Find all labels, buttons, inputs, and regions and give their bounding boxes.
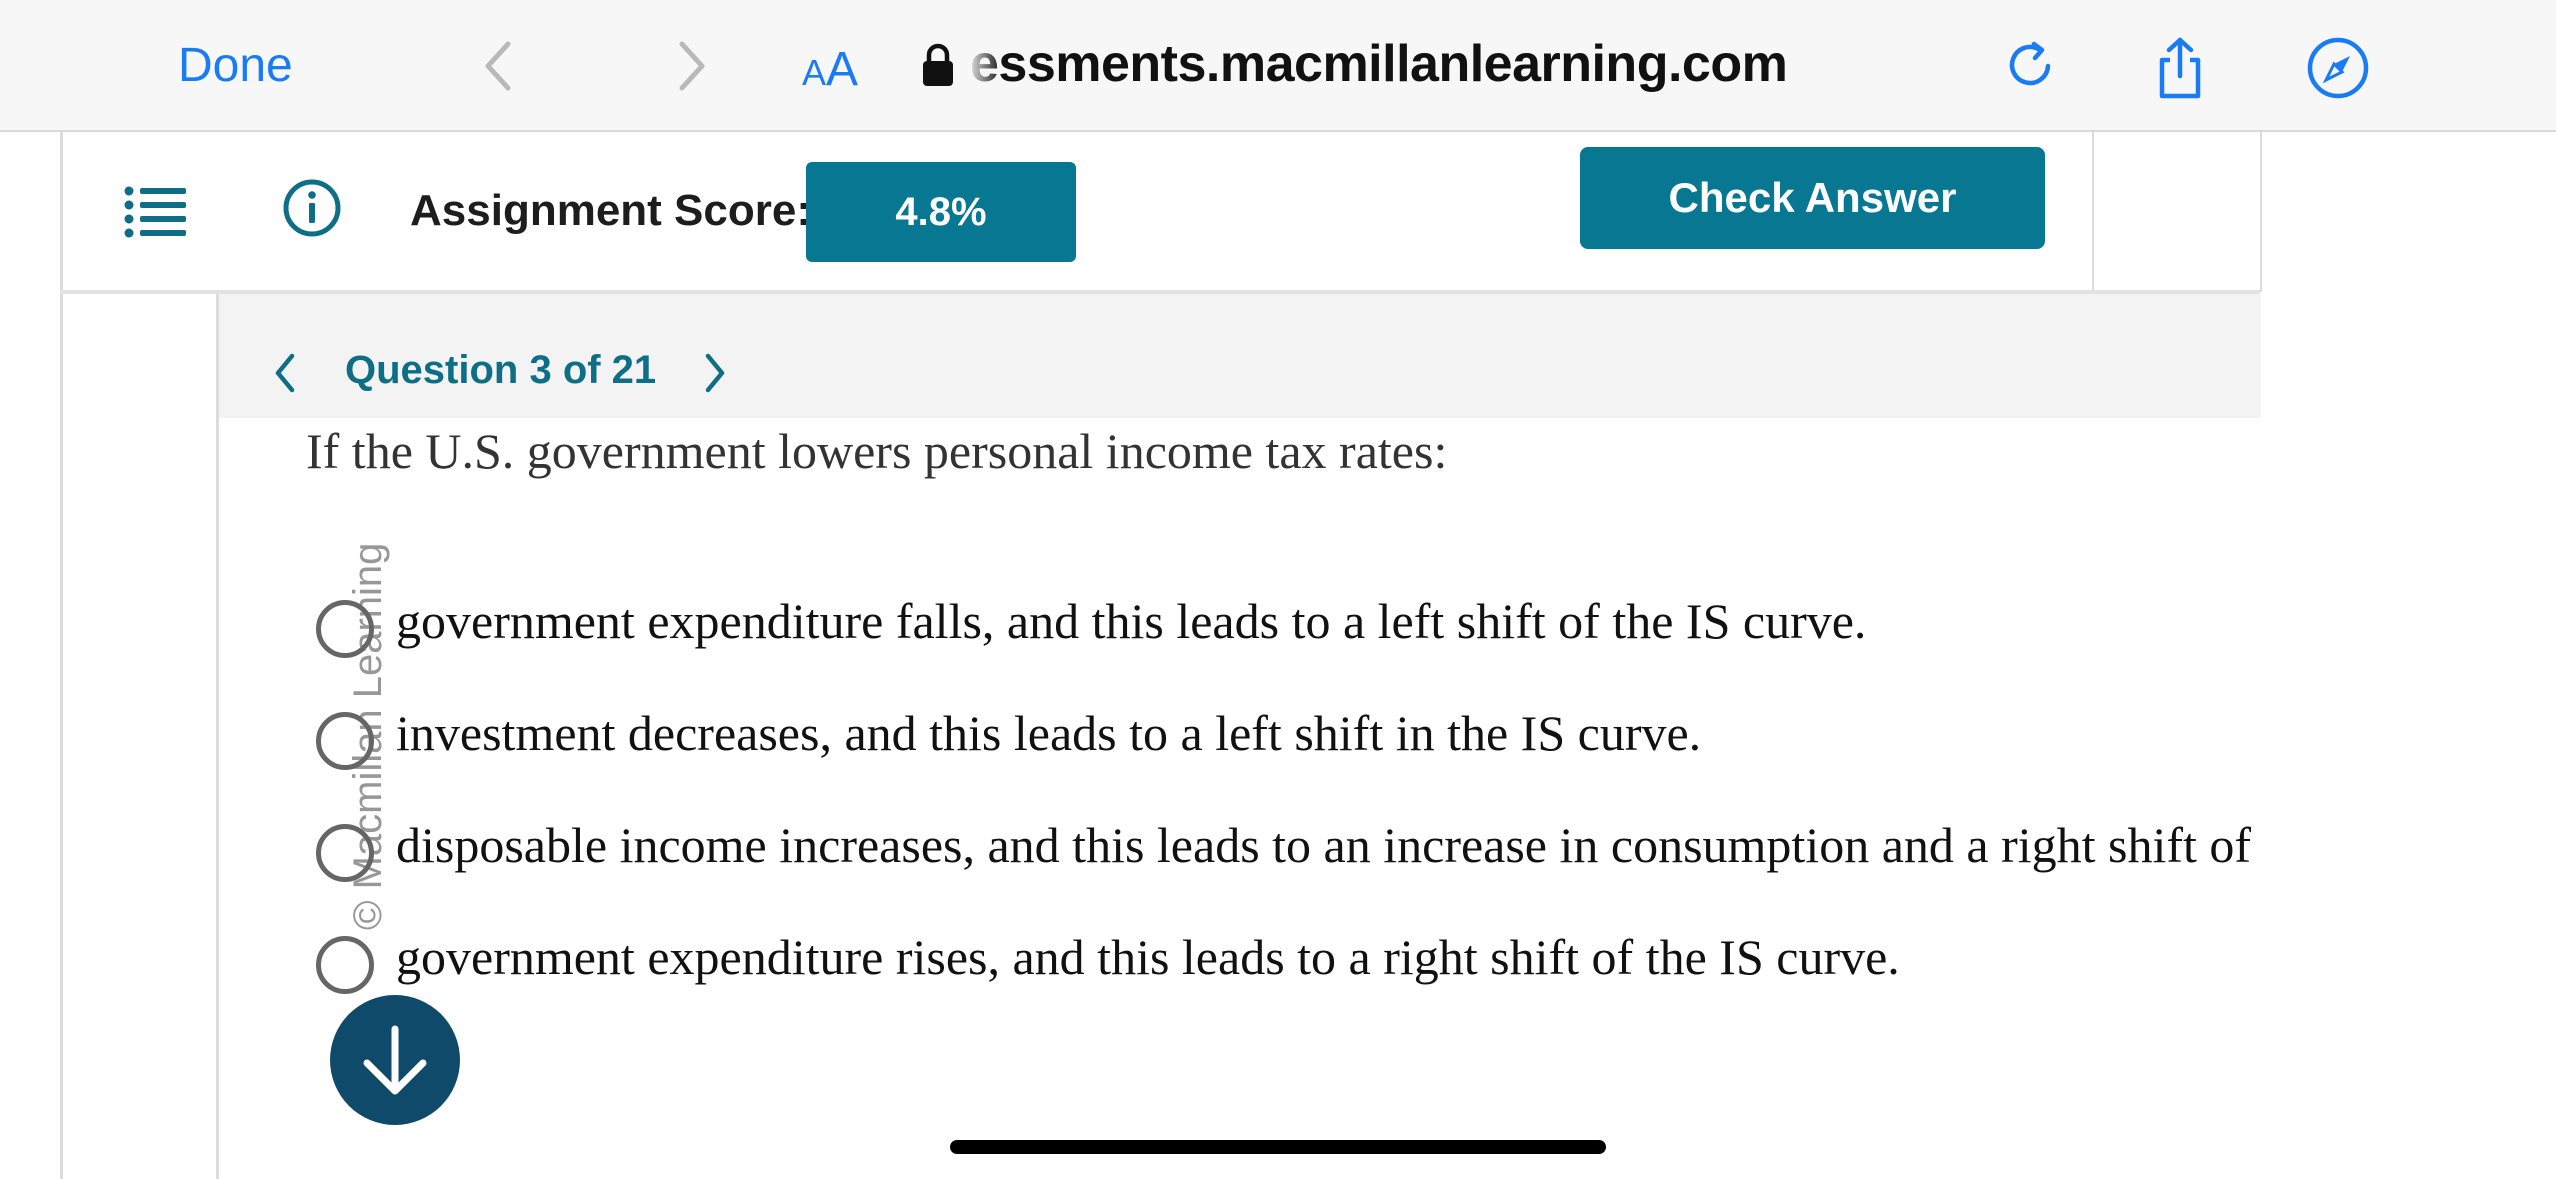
answer-option-d[interactable]: government expenditure rises, and this l… bbox=[312, 928, 2262, 998]
radio-button[interactable] bbox=[316, 600, 374, 658]
answer-option-c[interactable]: disposable income increases, and this le… bbox=[312, 816, 2262, 886]
answer-option-text: investment decreases, and this leads to … bbox=[396, 705, 1702, 761]
radio-button[interactable] bbox=[316, 824, 374, 882]
compass-icon[interactable] bbox=[2306, 36, 2370, 100]
answer-option-b[interactable]: investment decreases, and this leads to … bbox=[312, 704, 2262, 774]
arrow-down-icon bbox=[363, 1025, 427, 1095]
scroll-down-button[interactable] bbox=[330, 995, 460, 1125]
answer-option-text: disposable income increases, and this le… bbox=[396, 817, 2262, 873]
answer-option-text: government expenditure rises, and this l… bbox=[396, 929, 1900, 985]
answer-option-text: government expenditure falls, and this l… bbox=[396, 593, 1867, 649]
answer-option-a[interactable]: government expenditure falls, and this l… bbox=[312, 592, 2262, 662]
home-indicator bbox=[950, 1140, 1606, 1154]
radio-button[interactable] bbox=[316, 712, 374, 770]
radio-button[interactable] bbox=[316, 936, 374, 994]
